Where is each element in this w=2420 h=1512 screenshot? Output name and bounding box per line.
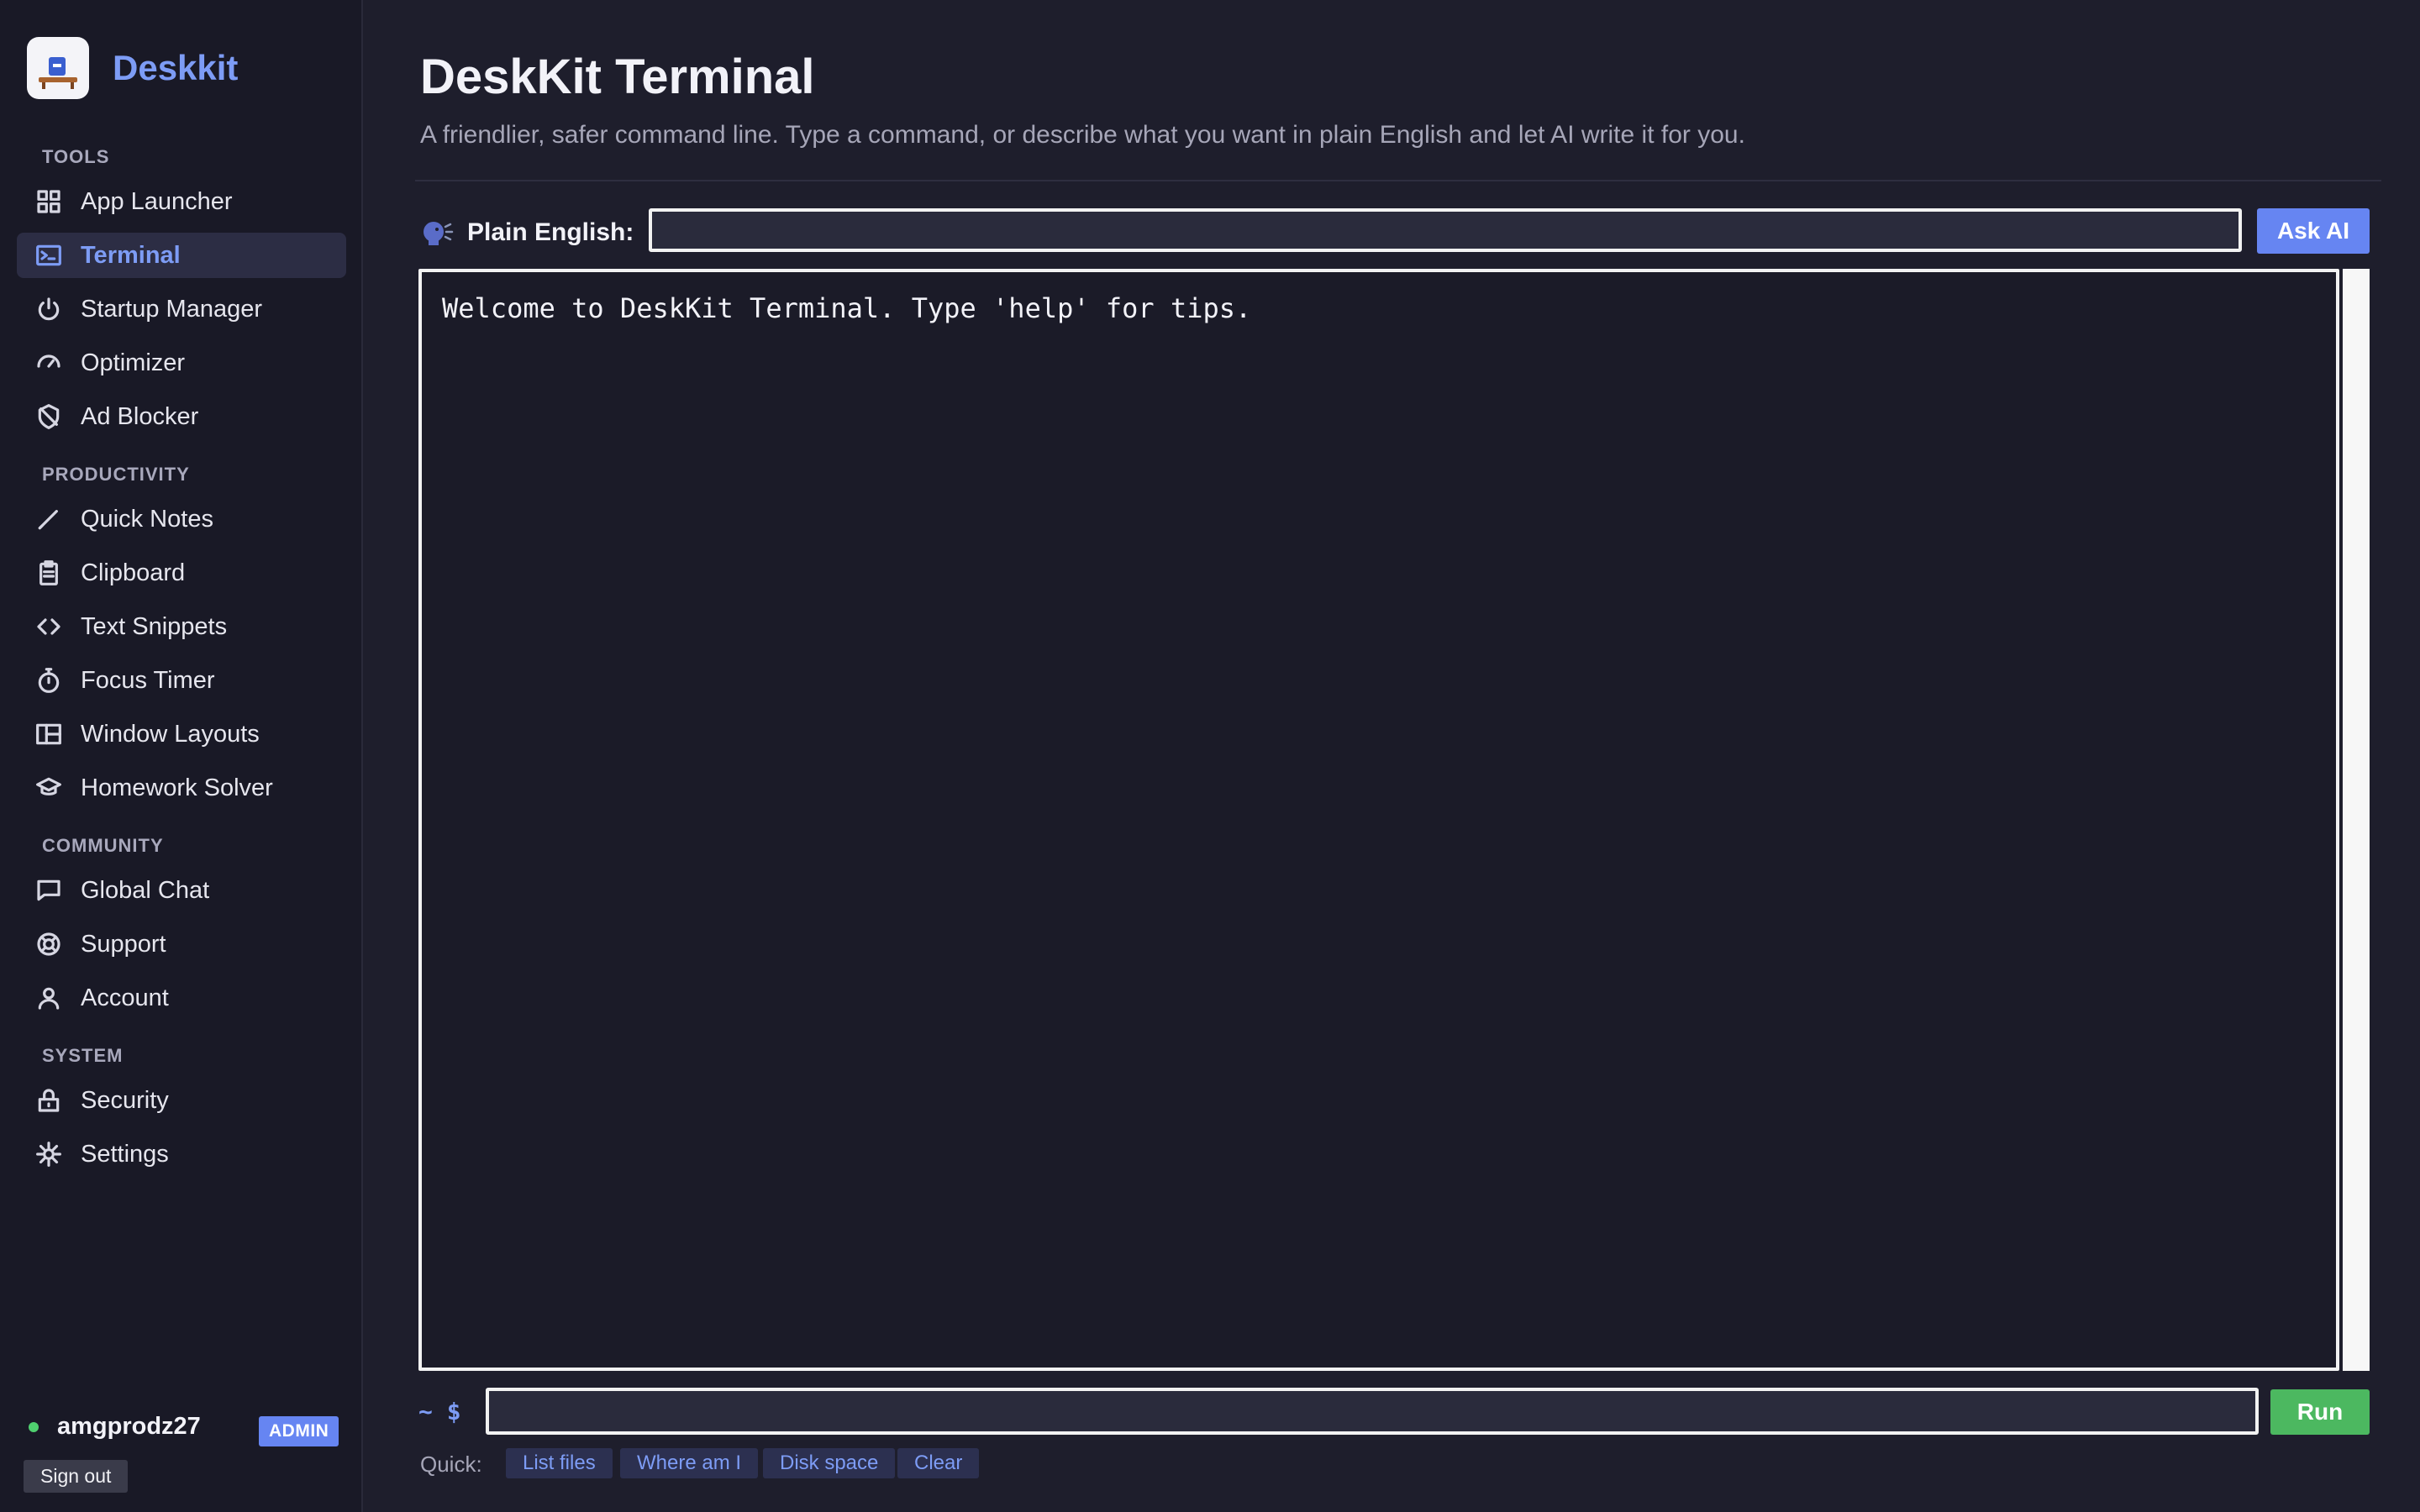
sidebar-item-label: Account xyxy=(81,984,169,1011)
sidebar-item-label: Optimizer xyxy=(81,349,186,376)
sidebar-item-label: Window Layouts xyxy=(81,720,260,748)
chat-icon xyxy=(34,875,64,906)
sidebar-item-security[interactable]: Security xyxy=(17,1078,346,1123)
lifebuoy-icon xyxy=(34,929,64,959)
quick-disk-space-button[interactable]: Disk space xyxy=(763,1448,896,1478)
section-label-tools: TOOLS xyxy=(42,146,110,167)
sign-out-button[interactable]: Sign out xyxy=(24,1460,129,1493)
sidebar-item-support[interactable]: Support xyxy=(17,921,346,967)
gauge-icon xyxy=(34,348,64,378)
sidebar-item-quick-notes[interactable]: Quick Notes xyxy=(17,496,346,542)
section-label-community: COMMUNITY xyxy=(42,835,164,856)
admin-badge: ADMIN xyxy=(259,1416,339,1446)
sidebar-item-window-layouts[interactable]: Window Layouts xyxy=(17,711,346,757)
sidebar-item-terminal[interactable]: Terminal xyxy=(17,233,346,278)
shield-block-icon xyxy=(34,402,64,432)
sidebar-item-ad-blocker[interactable]: Ad Blocker xyxy=(17,394,346,439)
sidebar-item-label: App Launcher xyxy=(81,187,233,215)
speaking-head-icon xyxy=(424,222,454,245)
command-input[interactable] xyxy=(486,1388,2259,1435)
sidebar-item-label: Support xyxy=(81,930,166,958)
online-status-icon xyxy=(29,1421,39,1432)
stopwatch-icon xyxy=(34,665,64,696)
plain-english-input[interactable] xyxy=(649,208,2242,252)
sidebar-item-app-launcher[interactable]: App Launcher xyxy=(17,179,346,224)
section-label-system: SYSTEM xyxy=(42,1045,124,1066)
deskkit-logo-icon xyxy=(27,37,89,99)
sidebar-item-label: Focus Timer xyxy=(81,666,215,694)
page-title: DeskKit Terminal xyxy=(420,50,815,104)
quick-list-files-button[interactable]: List files xyxy=(506,1448,613,1478)
username: amgprodz27 xyxy=(57,1413,201,1440)
user-info: amgprodz27 xyxy=(29,1413,201,1441)
sidebar-item-label: Terminal xyxy=(81,241,181,269)
sidebar-item-account[interactable]: Account xyxy=(17,975,346,1021)
sidebar-item-label: Security xyxy=(81,1086,169,1114)
page-subtitle: A friendlier, safer command line. Type a… xyxy=(420,121,1745,149)
divider xyxy=(415,180,2381,181)
grid-icon xyxy=(34,186,64,217)
quick-clear-button[interactable]: Clear xyxy=(897,1448,980,1478)
ask-ai-button[interactable]: Ask AI xyxy=(2257,208,2370,254)
shell-prompt: ~ $ xyxy=(418,1398,461,1425)
terminal-icon xyxy=(34,240,64,270)
pencil-icon xyxy=(34,504,64,534)
quick-label: Quick: xyxy=(420,1452,482,1477)
terminal-scrollbar[interactable] xyxy=(2343,269,2370,1371)
terminal-line: Welcome to DeskKit Terminal. Type 'help'… xyxy=(442,292,1252,324)
plain-english-label: Plain English: xyxy=(467,218,634,246)
sidebar-item-label: Settings xyxy=(81,1140,169,1168)
quick-where-am-i-button[interactable]: Where am I xyxy=(620,1448,759,1478)
sidebar-item-startup-manager[interactable]: Startup Manager xyxy=(17,286,346,332)
sidebar-item-label: Ad Blocker xyxy=(81,402,199,430)
graduation-cap-icon xyxy=(34,773,64,803)
gear-icon xyxy=(34,1139,64,1169)
layout-icon xyxy=(34,719,64,749)
terminal-output[interactable]: Welcome to DeskKit Terminal. Type 'help'… xyxy=(418,269,2339,1371)
user-icon xyxy=(34,983,64,1013)
sidebar-item-focus-timer[interactable]: Focus Timer xyxy=(17,658,346,703)
sidebar-item-text-snippets[interactable]: Text Snippets xyxy=(17,604,346,649)
code-icon xyxy=(34,612,64,642)
sidebar-item-clipboard[interactable]: Clipboard xyxy=(17,550,346,596)
sidebar-item-label: Homework Solver xyxy=(81,774,273,801)
sidebar-item-label: Startup Manager xyxy=(81,295,263,323)
lock-icon xyxy=(34,1085,64,1116)
terminal-page: DeskKit Terminal A friendlier, safer com… xyxy=(365,0,2420,1512)
section-label-productivity: PRODUCTIVITY xyxy=(42,464,190,485)
run-button[interactable]: Run xyxy=(2270,1389,2370,1435)
sidebar-item-label: Text Snippets xyxy=(81,612,228,640)
sidebar-item-label: Quick Notes xyxy=(81,505,213,533)
sidebar-item-global-chat[interactable]: Global Chat xyxy=(17,868,346,913)
sidebar-item-settings[interactable]: Settings xyxy=(17,1131,346,1177)
sidebar-item-homework-solver[interactable]: Homework Solver xyxy=(17,765,346,811)
clipboard-icon xyxy=(34,558,64,588)
brand[interactable]: Deskkit xyxy=(27,37,238,99)
brand-name: Deskkit xyxy=(113,48,239,87)
sidebar-item-label: Global Chat xyxy=(81,876,210,904)
power-icon xyxy=(34,294,64,324)
sidebar-item-optimizer[interactable]: Optimizer xyxy=(17,340,346,386)
sidebar: Deskkit TOOLS App Launcher Terminal Star… xyxy=(0,0,363,1512)
sidebar-item-label: Clipboard xyxy=(81,559,186,586)
